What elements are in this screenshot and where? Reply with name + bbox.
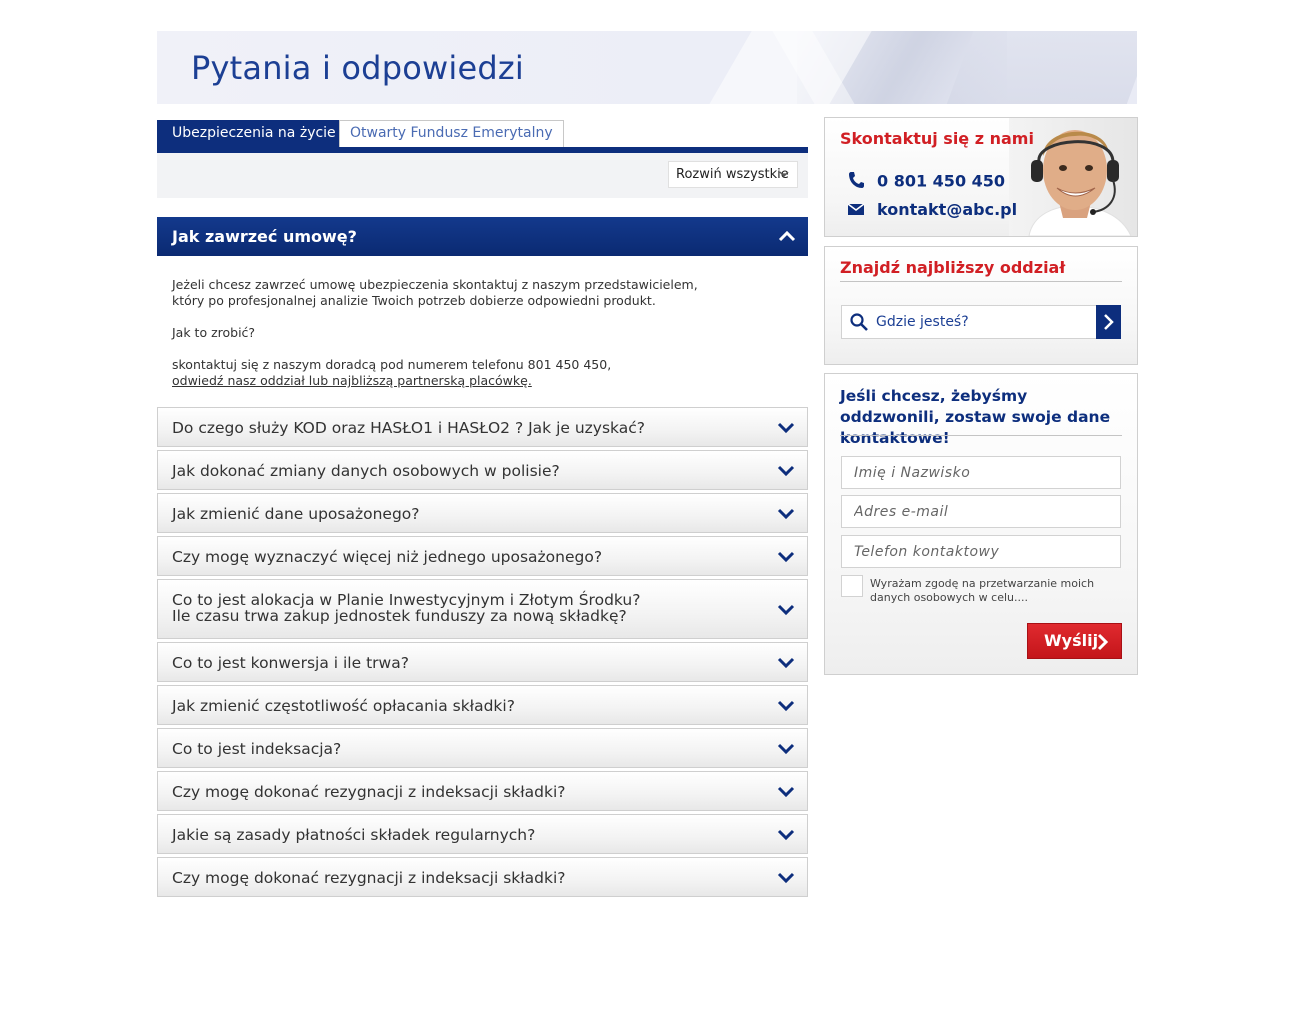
answer-line: który po profesjonalnej analizie Twoich … [172,293,656,308]
answer-paragraph: Jeżeli chcesz zawrzeć umowę ubezpieczeni… [172,277,792,309]
faq-item[interactable]: Jak zmienić częstotliwość opłacania skła… [157,685,808,725]
chevron-down-icon [777,700,795,712]
faq-open-answer: Jeżeli chcesz zawrzeć umowę ubezpieczeni… [172,277,792,405]
faq-open-header[interactable]: Jak zawrzeć umowę? [157,217,808,256]
chevron-right-icon [1104,314,1114,330]
send-button[interactable]: Wyślij [1027,623,1122,659]
contact-email-row[interactable]: kontakt@abc.pl [847,200,1017,220]
envelope-icon [847,201,865,220]
consent-checkbox[interactable] [841,575,863,597]
expand-all-label: Rozwiń wszystkie [676,167,789,182]
chevron-down-icon [777,551,795,563]
faq-question: Jak zmienić częstotliwość opłacania skła… [172,697,515,715]
answer-line: skontaktuj się z naszym doradcą pod nume… [172,357,612,372]
faq-question: Czy mogę dokonać rezygnacji z indeksacji… [172,869,566,887]
faq-question: Czy mogę dokonać rezygnacji z indeksacji… [172,783,566,801]
chevron-down-icon [777,422,795,434]
contact-box: Skontaktuj się z nami 0 801 450 450 kont… [824,117,1138,237]
answer-paragraph: skontaktuj się z naszym doradcą pod nume… [172,357,792,389]
faq-question: Co to jest alokacja w Planie Inwestycyjn… [172,592,640,624]
email-field [841,495,1121,528]
chevron-down-icon [777,786,795,798]
faq-question: Jak dokonać zmiany danych osobowych w po… [172,462,560,480]
name-field [841,456,1121,489]
faq-question: Co to jest indeksacja? [172,740,342,758]
page-header-banner: Pytania i odpowiedzi [157,31,1137,104]
faq-question: Czy mogę wyznaczyć więcej niż jednego up… [172,548,603,566]
branch-search [841,305,1121,339]
faq-item[interactable]: Czy mogę dokonać rezygnacji z indeksacji… [157,857,808,897]
contact-title: Skontaktuj się z nami [840,129,1034,148]
phone-field [841,535,1121,568]
faq-question-line: Ile czasu trwa zakup jednostek funduszy … [172,607,627,625]
send-button-label: Wyślij [1044,631,1099,650]
faq-question: Jak zmienić dane uposażonego? [172,505,420,523]
chevron-down-icon [777,743,795,755]
divider [840,281,1122,282]
chevron-down-icon [779,162,789,197]
find-branch-title: Znajdź najbliższy oddział [840,258,1066,277]
callback-title: Jeśli chcesz, żebyśmy oddzwonili, zostaw… [840,387,1111,447]
chevron-down-icon [777,465,795,477]
name-input[interactable] [842,457,1120,488]
contact-phone-row[interactable]: 0 801 450 450 [847,171,1005,193]
faq-item[interactable]: Co to jest konwersja i ile trwa? [157,642,808,682]
tab-life-insurance[interactable]: Ubezpieczenia na życie [157,120,351,147]
email-input[interactable] [842,496,1120,527]
search-icon [850,313,868,331]
divider [840,435,1122,436]
answer-line: Jeżeli chcesz zawrzeć umowę ubezpieczeni… [172,277,698,292]
page-title: Pytania i odpowiedzi [191,49,524,87]
phone-input[interactable] [842,536,1120,567]
chevron-down-icon [777,829,795,841]
phone-icon [847,171,865,193]
faq-item[interactable]: Jak zmienić dane uposażonego? [157,493,808,533]
chevron-down-icon [777,508,795,520]
faq-question: Co to jest konwersja i ile trwa? [172,654,409,672]
search-submit-button[interactable] [1096,305,1121,339]
expand-all-button[interactable]: Rozwiń wszystkie [668,161,798,188]
faq-item[interactable]: Czy mogę dokonać rezygnacji z indeksacji… [157,771,808,811]
faq-item[interactable]: Czy mogę wyznaczyć więcej niż jednego up… [157,536,808,576]
faq-item[interactable]: Jak dokonać zmiany danych osobowych w po… [157,450,808,490]
faq-item[interactable]: Co to jest alokacja w Planie Inwestycyjn… [157,579,808,639]
faq-item[interactable]: Co to jest indeksacja? [157,728,808,768]
callback-box: Jeśli chcesz, żebyśmy oddzwonili, zostaw… [824,373,1138,675]
faq-open-question: Jak zawrzeć umowę? [172,227,357,246]
faq-item[interactable]: Do czego służy KOD oraz HASŁO1 i HASŁO2 … [157,407,808,447]
chevron-up-icon [778,230,796,242]
contact-email: kontakt@abc.pl [877,200,1018,219]
chevron-down-icon [777,872,795,884]
faq-toolbar: Rozwiń wszystkie [157,153,808,198]
faq-question: Do czego służy KOD oraz HASŁO1 i HASŁO2 … [172,419,646,437]
answer-paragraph: Jak to zrobić? [172,325,256,340]
branch-search-input[interactable] [876,312,1086,332]
faq-item[interactable]: Jakie są zasady płatności składek regula… [157,814,808,854]
contact-phone: 0 801 450 450 [877,171,1006,191]
chevron-down-icon [777,604,795,616]
consent-label: Wyrażam zgodę na przetwarzanie moich dan… [870,577,1095,604]
faq-question: Jakie są zasady płatności składek regula… [172,826,536,844]
tab-pension-fund[interactable]: Otwarty Fundusz Emerytalny [339,120,564,147]
branch-link[interactable]: odwiedź nasz oddział lub najbliższą part… [172,373,532,388]
find-branch-box: Znajdź najbliższy oddział [824,246,1138,365]
chevron-down-icon [777,657,795,669]
chevron-right-icon [1097,633,1109,651]
tab-bar: Ubezpieczenia na życie Otwarty Fundusz E… [157,120,808,153]
